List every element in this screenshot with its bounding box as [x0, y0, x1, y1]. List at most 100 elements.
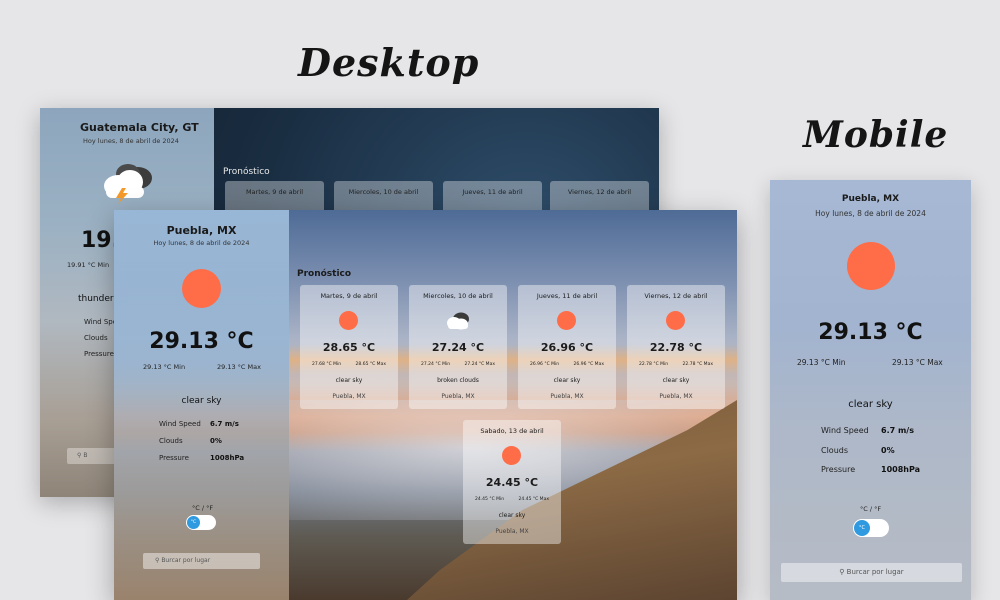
back-forecast-card: Jueves, 11 de abril [443, 181, 542, 213]
front-forecast-title: Pronóstico [297, 269, 352, 279]
back-forecast-card: Viernes, 12 de abril [550, 181, 649, 213]
forecast-max: 28.65 °C Max [355, 362, 386, 367]
front-temperature: 29.13 °C [149, 329, 254, 354]
forecast-card: Miercoles, 10 de abril 27.24 °C 27.24 °C… [409, 285, 507, 409]
forecast-temp: 26.96 °C [540, 341, 594, 354]
back-pressure-label: Pressure [84, 350, 114, 358]
forecast-day: Jueves, 11 de abril [536, 292, 598, 300]
forecast-city: Puebla, MX [332, 393, 366, 400]
front-description: clear sky [181, 396, 222, 406]
front-search-input[interactable]: ⚲ Burcar por lugar [143, 553, 260, 569]
mobile-date: Hoy lunes, 8 de abril de 2024 [815, 209, 926, 218]
forecast-min: 27.68 °C Min [312, 362, 342, 367]
back-forecast-day: Miercoles, 10 de abril [348, 188, 419, 196]
sun-icon [339, 311, 358, 330]
front-sidebar: Puebla, MX Hoy lunes, 8 de abril de 2024… [114, 210, 289, 600]
front-wind-value: 6.7 m/s [210, 420, 239, 428]
back-wind-label: Wind Spe [84, 318, 118, 326]
forecast-min: 27.24 °C Min [421, 362, 451, 367]
forecast-temp: 27.24 °C [431, 341, 485, 354]
front-city-name: Puebla, MX [166, 224, 237, 237]
forecast-max: 24.45 °C Max [518, 497, 549, 502]
mobile-wind-label: Wind Speed [821, 426, 869, 435]
mobile-unit-toggle[interactable]: °C [853, 519, 889, 537]
forecast-city: Puebla, MX [659, 393, 693, 400]
back-forecast-card: Martes, 9 de abril [225, 181, 324, 213]
front-unit-label: °C / °F [192, 504, 214, 512]
forecast-min: 26.96 °C Min [530, 362, 560, 367]
forecast-city: Puebla, MX [441, 393, 475, 400]
front-pressure-value: 1008hPa [210, 454, 245, 462]
forecast-temp: 22.78 °C [649, 341, 703, 354]
front-clouds-value: 0% [210, 437, 222, 445]
front-search-placeholder: Burcar por lugar [161, 557, 211, 564]
back-forecast-day: Martes, 9 de abril [245, 188, 304, 196]
front-unit-toggle[interactable]: °C [186, 515, 216, 530]
forecast-min: 24.45 °C Min [475, 497, 505, 502]
sun-icon [666, 311, 685, 330]
forecast-day: Martes, 9 de abril [320, 292, 378, 300]
mobile-wind-value: 6.7 m/s [881, 426, 914, 435]
mobile-search-placeholder: Burcar por lugar [846, 568, 904, 576]
mobile-temperature: 29.13 °C [818, 320, 923, 345]
front-date: Hoy lunes, 8 de abril de 2024 [153, 239, 250, 247]
forecast-card: Sabado, 13 de abril 24.45 °C 24.45 °C Mi… [463, 420, 561, 544]
thunderstorm-icon [104, 164, 152, 204]
forecast-max: 27.24 °C Max [464, 362, 495, 367]
forecast-card: Viernes, 12 de abril 22.78 °C 22.78 °C M… [627, 285, 725, 409]
forecast-card: Jueves, 11 de abril 26.96 °C 26.96 °C Mi… [518, 285, 616, 409]
forecast-day: Sabado, 13 de abril [480, 427, 544, 435]
forecast-min: 22.78 °C Min [639, 362, 669, 367]
back-city-name: Guatemala City, GT [80, 121, 199, 134]
front-pressure-label: Pressure [159, 454, 189, 462]
mobile-pressure-label: Pressure [821, 465, 856, 474]
forecast-description: broken clouds [437, 377, 479, 384]
mobile-search-input[interactable]: ⚲ Burcar por lugar [781, 563, 962, 582]
back-forecast-card: Miercoles, 10 de abril [334, 181, 433, 213]
back-date: Hoy lunes, 8 de abril de 2024 [83, 137, 179, 145]
desktop-screenshot-puebla: Puebla, MX Hoy lunes, 8 de abril de 2024… [114, 210, 737, 600]
forecast-day: Viernes, 12 de abril [644, 292, 708, 300]
forecast-max: 26.96 °C Max [573, 362, 604, 367]
sun-icon [502, 446, 521, 465]
forecast-temp: 28.65 °C [322, 341, 376, 354]
back-search-placeholder: B [83, 452, 88, 459]
mobile-pressure-value: 1008hPa [881, 465, 921, 474]
front-clouds-label: Clouds [159, 437, 183, 445]
mobile-screenshot: Puebla, MX Hoy lunes, 8 de abril de 2024… [770, 180, 971, 600]
forecast-day: Miercoles, 10 de abril [423, 292, 493, 300]
mobile-heading: Mobile [803, 114, 949, 156]
forecast-city: Puebla, MX [495, 528, 529, 535]
front-temp-max: 29.13 °C Max [217, 363, 261, 371]
forecast-temp: 24.45 °C [485, 476, 539, 489]
mobile-clouds-value: 0% [881, 446, 895, 455]
back-clouds-label: Clouds [84, 334, 108, 342]
front-toggle-knob: °C [187, 516, 200, 529]
mobile-clouds-label: Clouds [821, 446, 849, 455]
search-icon: ⚲ [839, 568, 847, 576]
mobile-city-name: Puebla, MX [841, 194, 900, 204]
back-forecast-day: Jueves, 11 de abril [462, 188, 523, 196]
sun-icon [182, 269, 221, 308]
front-temp-min: 29.13 °C Min [143, 363, 186, 371]
back-forecast-title: Pronóstico [223, 167, 270, 177]
forecast-description: clear sky [498, 512, 526, 519]
mobile-toggle-knob: °C [854, 520, 870, 536]
forecast-description: clear sky [662, 377, 690, 384]
forecast-max: 22.78 °C Max [682, 362, 713, 367]
forecast-card: Martes, 9 de abril 28.65 °C 27.68 °C Min… [300, 285, 398, 409]
mobile-unit-label: °C / °F [860, 505, 882, 513]
forecast-city: Puebla, MX [550, 393, 584, 400]
sun-icon [557, 311, 576, 330]
forecast-description: clear sky [553, 377, 581, 384]
desktop-heading: Desktop [298, 40, 480, 85]
mobile-description: clear sky [848, 399, 893, 410]
back-forecast-day: Viernes, 12 de abril [567, 188, 632, 196]
mobile-temp-max: 29.13 °C Max [892, 358, 943, 367]
forecast-description: clear sky [335, 377, 363, 384]
sun-icon [847, 242, 895, 290]
front-wind-label: Wind Speed [159, 420, 201, 428]
broken-clouds-icon [447, 312, 469, 330]
back-description: thunders [78, 294, 119, 304]
back-temp-min: 19.91 °C Min [67, 261, 110, 269]
